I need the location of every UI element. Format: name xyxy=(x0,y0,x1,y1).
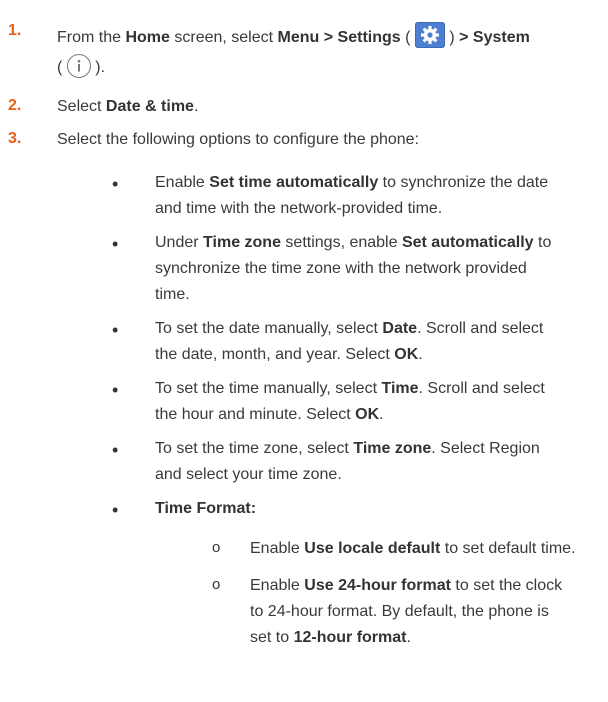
text: to xyxy=(533,234,552,251)
sub-bullet: o xyxy=(212,539,221,556)
text: Enable xyxy=(250,577,305,594)
text: ( xyxy=(57,59,63,76)
bullet: • xyxy=(112,440,119,460)
text: . xyxy=(406,629,411,646)
step-number-2: 2. xyxy=(8,97,22,114)
text: . xyxy=(418,346,423,363)
text: To set the time manually, select xyxy=(155,380,382,397)
text: screen, select xyxy=(169,29,278,46)
use-24-hour-format-label: Use 24-hour format xyxy=(304,577,451,594)
text: . xyxy=(379,406,384,423)
sub-bullet-2-line-1: Enable Use 24-hour format to set the clo… xyxy=(250,576,562,596)
menu-settings-label: Menu > Settings xyxy=(277,29,401,46)
text: to synchronize the date xyxy=(378,174,549,191)
set-automatically-label: Set automatically xyxy=(401,234,534,251)
text: the date, month, and year. Select xyxy=(155,346,395,363)
text: . Select Region xyxy=(431,440,540,457)
step-1-line-1: From the Home screen, select Menu > Sett… xyxy=(57,22,530,48)
time-format-label: Time Format: xyxy=(155,500,257,517)
bullet-2-line-1: Under Time zone settings, enable Set aut… xyxy=(155,233,551,253)
12-hour-format-label: 12-hour format xyxy=(293,629,407,646)
text: to set default time. xyxy=(440,540,576,557)
sub-bullet-2-line-2: to 24-hour format. By default, the phone… xyxy=(250,603,549,620)
bullet-2-line-3: time. xyxy=(155,286,190,303)
bullet-3-line-2: the date, month, and year. Select OK. xyxy=(155,345,423,365)
text: . Scroll and select xyxy=(418,380,545,397)
step-number-3: 3. xyxy=(8,130,22,147)
time-label: Time xyxy=(381,380,419,397)
text: Under xyxy=(155,234,204,251)
bullet: • xyxy=(112,320,119,340)
bullet: • xyxy=(112,380,119,400)
step-1-line-2: ( ). xyxy=(57,54,105,78)
bullet: • xyxy=(112,234,119,254)
home-label: Home xyxy=(125,29,170,46)
bullet-2-line-2: synchronize the time zone with the netwo… xyxy=(155,260,527,277)
text: set to xyxy=(250,629,294,646)
text: ( xyxy=(400,29,411,46)
bullet-1-line-2: and time with the network-provided time. xyxy=(155,200,443,217)
text: Enable xyxy=(250,540,305,557)
text: ). xyxy=(95,59,106,76)
bullet-1-line-1: Enable Set time automatically to synchro… xyxy=(155,173,548,193)
ok-label: OK xyxy=(355,406,380,423)
step-2-text: Select Date & time. xyxy=(57,97,198,117)
date-label: Date xyxy=(382,320,418,337)
text: Enable xyxy=(155,174,210,191)
text: To set the date manually, select xyxy=(155,320,383,337)
bullet-4-line-1: To set the time manually, select Time. S… xyxy=(155,379,545,399)
ok-label: OK xyxy=(394,346,419,363)
time-zone-label: Time zone xyxy=(353,440,432,457)
date-time-label: Date & time xyxy=(105,98,194,115)
sub-bullet: o xyxy=(212,576,221,593)
use-locale-default-label: Use locale default xyxy=(304,540,441,557)
text: . xyxy=(193,98,199,115)
step-number-1: 1. xyxy=(8,22,22,39)
time-zone-label: Time zone xyxy=(203,234,281,251)
bullet: • xyxy=(112,174,119,194)
bullet-3-line-1: To set the date manually, select Date. S… xyxy=(155,319,543,339)
bullet-6-line-1: Time Format: xyxy=(155,499,256,519)
info-icon xyxy=(66,54,91,78)
sub-bullet-1-line-1: Enable Use locale default to set default… xyxy=(250,539,576,559)
bullet-5-line-1: To set the time zone, select Time zone. … xyxy=(155,439,540,459)
gear-icon xyxy=(414,22,445,48)
text: From the xyxy=(57,29,126,46)
text: the hour and minute. Select xyxy=(155,406,356,423)
step-3-text: Select the following options to configur… xyxy=(57,131,420,148)
system-label: > System xyxy=(454,29,530,46)
text: Select xyxy=(57,98,106,115)
bullet-5-line-2: and select your time zone. xyxy=(155,466,342,483)
text: To set the time zone, select xyxy=(155,440,354,457)
sub-bullet-2-line-3: set to 12-hour format. xyxy=(250,628,411,648)
bullet: • xyxy=(112,500,119,520)
text: settings, enable xyxy=(280,234,402,251)
text: . Scroll and select xyxy=(417,320,544,337)
set-time-automatically-label: Set time automatically xyxy=(209,174,379,191)
bullet-4-line-2: the hour and minute. Select OK. xyxy=(155,405,384,425)
text: to set the clock xyxy=(450,577,563,594)
